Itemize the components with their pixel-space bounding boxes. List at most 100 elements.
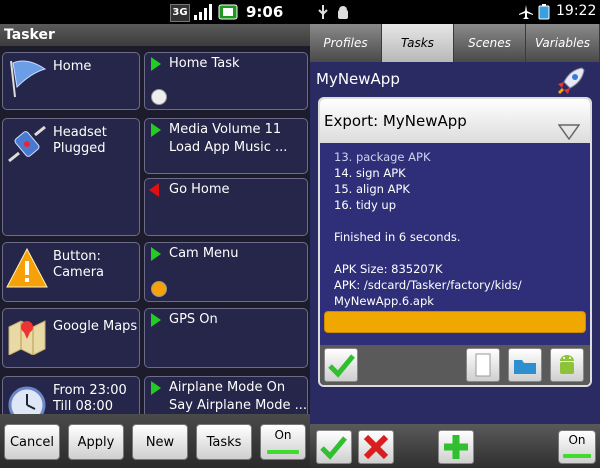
headset-plug-icon xyxy=(5,123,49,165)
on-toggle-label: On xyxy=(274,428,292,442)
task-cam-menu[interactable]: Cam Menu xyxy=(144,242,308,302)
signal-icon xyxy=(193,4,213,20)
cancel-button[interactable] xyxy=(358,430,394,464)
log-line: 14. sign APK xyxy=(334,166,406,180)
exit-task-arrow-icon xyxy=(149,183,159,197)
flag-icon xyxy=(5,57,49,99)
task-label: Say Airplane Mode ... xyxy=(169,398,308,413)
airplane-icon xyxy=(518,4,534,20)
profile-list: Home Home Task Headset Plugged Media Vol… xyxy=(0,48,310,414)
add-button[interactable] xyxy=(438,430,474,464)
accept-button[interactable] xyxy=(316,430,352,464)
folder-icon xyxy=(514,360,536,374)
context-label: Google Maps xyxy=(53,319,138,334)
profile-row[interactable]: Home Home Task xyxy=(2,52,308,110)
context-time[interactable]: From 23:00 Till 08:00 xyxy=(2,376,140,414)
tab-profiles[interactable]: Profiles xyxy=(310,24,382,62)
battery-icon xyxy=(218,4,238,20)
export-dialog: Export: MyNewApp 13. package APK 14. sig… xyxy=(318,97,592,387)
tab-bar: Profiles Tasks Scenes Variables xyxy=(310,24,600,62)
document-icon xyxy=(475,353,491,377)
checkmark-icon xyxy=(328,354,355,378)
enter-task-arrow-icon xyxy=(151,57,161,71)
map-icon xyxy=(5,313,49,356)
task-label: Load App Music ... xyxy=(169,140,288,155)
app-title: Tasker xyxy=(0,24,310,46)
profile-row[interactable]: From 23:00 Till 08:00 Airplane Mode On S… xyxy=(2,376,308,414)
enter-task-arrow-icon xyxy=(151,247,161,261)
tab-variables[interactable]: Variables xyxy=(526,24,600,62)
cross-icon xyxy=(363,434,389,460)
home-badge-icon xyxy=(151,89,167,105)
tasker-right-screen: 19:22 Profiles Tasks Scenes Variables My… xyxy=(310,0,600,468)
tab-scenes[interactable]: Scenes xyxy=(454,24,526,62)
context-home[interactable]: Home xyxy=(2,52,140,110)
tasks-button[interactable]: Tasks xyxy=(196,424,252,460)
bottom-button-bar: On xyxy=(310,424,600,468)
on-indicator xyxy=(563,454,591,458)
context-label: Button: Camera xyxy=(53,249,105,280)
context-button-camera[interactable]: Button: Camera xyxy=(2,242,140,302)
view-file-button[interactable] xyxy=(466,348,500,382)
log-line: 16. tidy up xyxy=(334,198,396,212)
task-label: Cam Menu xyxy=(169,246,239,261)
dialog-button-bar xyxy=(320,345,590,385)
project-name: MyNewApp xyxy=(316,70,400,88)
on-toggle[interactable]: On xyxy=(260,424,306,460)
menu-badge-icon xyxy=(151,281,167,297)
profile-row[interactable]: Headset Plugged Media Volume 11 Load App… xyxy=(2,118,308,236)
rocket-icon[interactable] xyxy=(556,66,586,96)
profile-row[interactable]: Google Maps GPS On xyxy=(2,308,308,368)
context-google-maps[interactable]: Google Maps xyxy=(2,308,140,368)
task-airplane-mode[interactable]: Airplane Mode On Say Airplane Mode ... xyxy=(144,376,308,414)
apply-button[interactable]: Apply xyxy=(68,424,124,460)
bottom-button-bar: Cancel Apply New Tasks On xyxy=(0,414,310,468)
clock: 19:22 xyxy=(556,3,597,19)
new-button[interactable]: New xyxy=(132,424,188,460)
export-log: 13. package APK 14. sign APK 15. align A… xyxy=(334,149,584,309)
task-label: Media Volume 11 xyxy=(169,122,282,137)
checkmark-icon xyxy=(320,436,347,460)
log-line: MyNewApp.6.apk xyxy=(334,294,434,308)
plus-icon xyxy=(444,435,468,459)
log-line: APK Size: 835207K xyxy=(334,262,443,276)
log-line: 13. package APK xyxy=(334,150,431,164)
log-line: 15. align APK xyxy=(334,182,410,196)
clock-icon xyxy=(5,381,49,414)
task-home-task[interactable]: Home Task xyxy=(144,52,308,110)
context-label: From 23:00 Till 08:00 xyxy=(53,383,127,414)
on-toggle-label: On xyxy=(568,433,586,447)
task-label: Home Task xyxy=(169,56,240,71)
tab-tasks[interactable]: Tasks xyxy=(382,24,454,62)
context-label: Headset Plugged xyxy=(53,125,107,156)
open-folder-button[interactable] xyxy=(508,348,542,382)
context-label: Home xyxy=(53,59,92,74)
on-toggle[interactable]: On xyxy=(558,430,596,464)
enter-task-arrow-icon xyxy=(151,381,161,395)
install-apk-button[interactable] xyxy=(550,348,584,382)
context-headset-plugged[interactable]: Headset Plugged xyxy=(2,118,140,236)
android-icon xyxy=(560,355,574,374)
usb-icon xyxy=(316,4,330,20)
profile-row[interactable]: Button: Camera Cam Menu xyxy=(2,242,308,302)
status-bar: 3G 9:06 AM xyxy=(0,0,310,39)
task-go-home[interactable]: Go Home xyxy=(144,178,308,236)
battery-icon xyxy=(538,4,550,20)
cancel-button[interactable]: Cancel xyxy=(4,424,60,460)
task-gps-on[interactable]: GPS On xyxy=(144,308,308,368)
network-3g-icon: 3G xyxy=(170,4,190,22)
status-bar: 19:22 xyxy=(310,0,600,24)
dialog-title-text: Export: MyNewApp xyxy=(324,112,467,130)
enter-task-arrow-icon xyxy=(151,313,161,327)
ok-button[interactable] xyxy=(324,348,358,382)
log-line: Finished in 6 seconds. xyxy=(334,230,461,244)
log-line: APK: /sdcard/Tasker/factory/kids/ xyxy=(334,278,522,292)
task-label: GPS On xyxy=(169,312,218,327)
enter-task-arrow-icon xyxy=(151,123,161,137)
android-debug-icon xyxy=(336,4,350,20)
task-label: Go Home xyxy=(169,182,230,197)
tasker-left-screen: 3G 9:06 AM Tasker Home Home Task xyxy=(0,0,310,468)
task-media-volume[interactable]: Media Volume 11 Load App Music ... xyxy=(144,118,308,174)
